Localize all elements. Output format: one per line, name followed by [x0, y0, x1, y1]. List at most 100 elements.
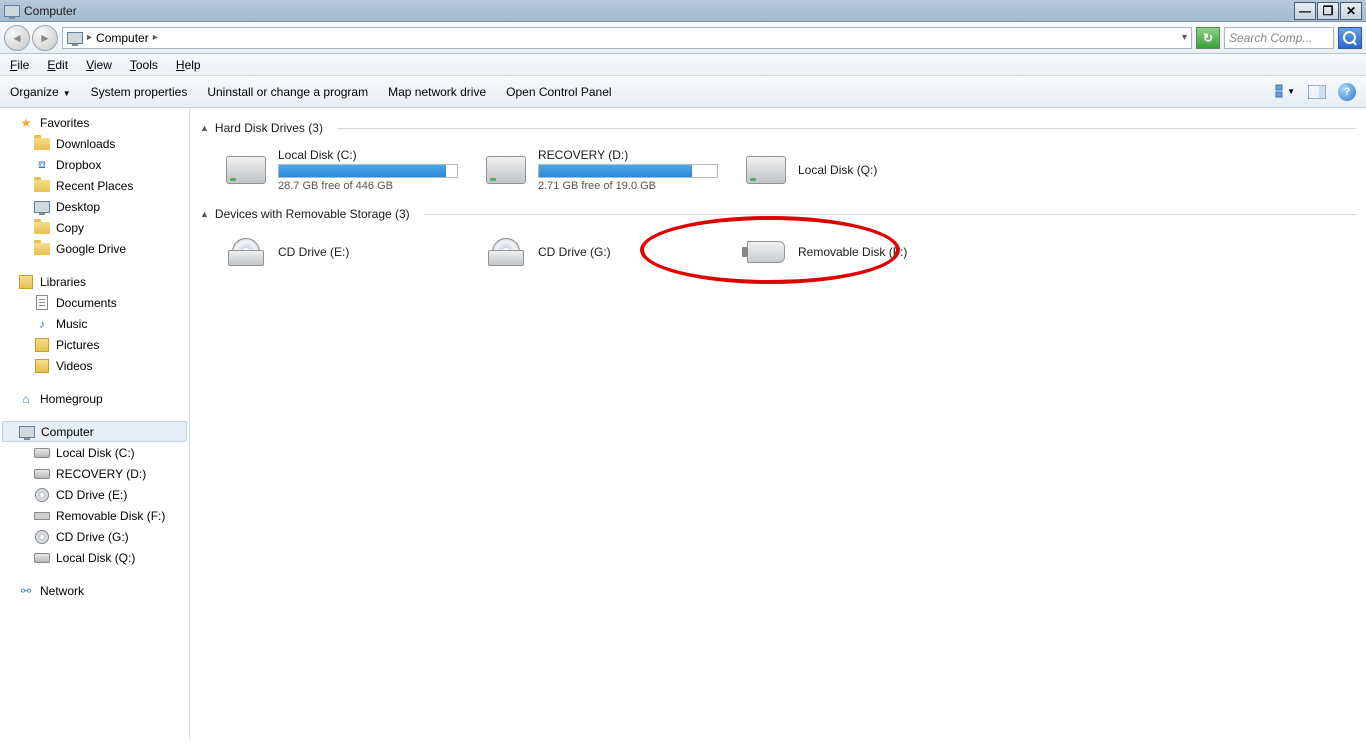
computer-icon	[19, 424, 35, 440]
map-network-drive-button[interactable]: Map network drive	[388, 85, 486, 99]
sidebar-item-music[interactable]: ♪Music	[0, 313, 189, 334]
drive-local-disk-q[interactable]: Local Disk (Q:)	[740, 144, 990, 196]
sidebar-item-cd-drive-e[interactable]: CD Drive (E:)	[0, 484, 189, 505]
cd-drive-icon	[224, 234, 268, 270]
drive-name: RECOVERY (D:)	[538, 148, 718, 162]
back-button[interactable]: ◄	[4, 25, 30, 51]
menu-file[interactable]: File	[10, 58, 29, 72]
uninstall-program-button[interactable]: Uninstall or change a program	[207, 85, 368, 99]
drive-cd-g[interactable]: CD Drive (G:)	[480, 230, 730, 274]
command-bar: Organize▼ System properties Uninstall or…	[0, 76, 1366, 108]
folder-icon	[34, 178, 50, 194]
minimize-button[interactable]: —	[1294, 2, 1316, 20]
navigation-pane: ★Favorites Downloads ⧈Dropbox Recent Pla…	[0, 108, 190, 740]
folder-icon	[34, 241, 50, 257]
sidebar-item-copy[interactable]: Copy	[0, 217, 189, 238]
preview-pane-icon	[1308, 85, 1326, 99]
search-input[interactable]: Search Comp...	[1224, 27, 1334, 49]
libraries-label: Libraries	[40, 275, 86, 289]
forward-button[interactable]: ►	[32, 25, 58, 51]
hdd-icon	[224, 152, 268, 188]
search-button[interactable]	[1338, 27, 1362, 49]
refresh-button[interactable]: ↻	[1196, 27, 1220, 49]
menu-help[interactable]: Help	[176, 58, 201, 72]
cd-icon	[34, 529, 50, 545]
menu-bar: File Edit View Tools Help	[0, 54, 1366, 76]
window-titlebar: Computer — ❐ ✕	[0, 0, 1366, 22]
pictures-icon	[34, 337, 50, 353]
window-title: Computer	[24, 4, 77, 18]
drive-name: Local Disk (C:)	[278, 148, 458, 162]
videos-icon	[34, 358, 50, 374]
chevron-down-icon: ▼	[1287, 87, 1295, 96]
sidebar-item-dropbox[interactable]: ⧈Dropbox	[0, 154, 189, 175]
drive-name: Removable Disk (F:)	[798, 245, 907, 259]
chevron-right-icon[interactable]: ▸	[153, 32, 158, 43]
star-icon: ★	[18, 115, 34, 131]
open-control-panel-button[interactable]: Open Control Panel	[506, 85, 611, 99]
hdd-icon	[34, 550, 50, 566]
sidebar-item-cd-drive-g[interactable]: CD Drive (G:)	[0, 526, 189, 547]
sidebar-item-videos[interactable]: Videos	[0, 355, 189, 376]
menu-tools[interactable]: Tools	[130, 58, 158, 72]
sidebar-item-pictures[interactable]: Pictures	[0, 334, 189, 355]
change-view-button[interactable]: ▼	[1274, 81, 1296, 103]
cd-drive-icon	[484, 234, 528, 270]
system-properties-button[interactable]: System properties	[91, 85, 188, 99]
organize-button[interactable]: Organize▼	[10, 85, 71, 99]
help-button[interactable]: ?	[1338, 83, 1356, 101]
homegroup-group[interactable]: ⌂Homegroup	[0, 388, 189, 409]
libraries-group[interactable]: Libraries	[0, 271, 189, 292]
section-hard-disk-drives[interactable]: ▲ Hard Disk Drives (3)	[200, 118, 1356, 138]
maximize-button[interactable]: ❐	[1317, 2, 1339, 20]
drive-recovery-d[interactable]: RECOVERY (D:) 2.71 GB free of 19.0 GB	[480, 144, 730, 196]
usage-bar	[278, 164, 458, 178]
menu-edit[interactable]: Edit	[47, 58, 68, 72]
sidebar-item-local-disk-q[interactable]: Local Disk (Q:)	[0, 547, 189, 568]
computer-label: Computer	[41, 425, 94, 439]
network-group[interactable]: ⚯ Network	[0, 580, 189, 601]
drive-local-disk-c[interactable]: Local Disk (C:) 28.7 GB free of 446 GB	[220, 144, 470, 196]
favorites-group[interactable]: ★Favorites	[0, 112, 189, 133]
address-location: Computer	[96, 31, 149, 45]
sidebar-item-removable-disk-f[interactable]: Removable Disk (F:)	[0, 505, 189, 526]
sidebar-item-documents[interactable]: Documents	[0, 292, 189, 313]
search-placeholder: Search Comp...	[1229, 31, 1312, 45]
cd-icon	[34, 487, 50, 503]
address-dropdown-icon[interactable]: ▾	[1182, 32, 1187, 43]
section-hdd-label: Hard Disk Drives (3)	[215, 121, 323, 135]
navigation-bar: ◄ ► ▸ Computer ▸ ▾ ↻ Search Comp...	[0, 22, 1366, 54]
section-removable-label: Devices with Removable Storage (3)	[215, 207, 410, 221]
hdd-icon	[34, 445, 50, 461]
address-bar[interactable]: ▸ Computer ▸ ▾	[62, 27, 1192, 49]
drive-removable-f[interactable]: Removable Disk (F:)	[740, 230, 990, 274]
network-label: Network	[40, 584, 84, 598]
desktop-icon	[34, 199, 50, 215]
menu-view[interactable]: View	[86, 58, 112, 72]
removable-disk-icon	[744, 234, 788, 270]
collapse-caret-icon: ▲	[200, 123, 209, 133]
chevron-down-icon: ▼	[63, 89, 71, 98]
search-icon	[1343, 31, 1357, 45]
sidebar-item-recovery-d[interactable]: RECOVERY (D:)	[0, 463, 189, 484]
drive-cd-e[interactable]: CD Drive (E:)	[220, 230, 470, 274]
preview-pane-button[interactable]	[1306, 81, 1328, 103]
sidebar-item-desktop[interactable]: Desktop	[0, 196, 189, 217]
drive-name: Local Disk (Q:)	[798, 163, 877, 177]
close-button[interactable]: ✕	[1340, 2, 1362, 20]
sidebar-item-google-drive[interactable]: Google Drive	[0, 238, 189, 259]
drive-name: CD Drive (E:)	[278, 245, 349, 259]
divider	[337, 128, 1356, 129]
folder-icon	[34, 220, 50, 236]
sidebar-item-local-disk-c[interactable]: Local Disk (C:)	[0, 442, 189, 463]
drive-free-space: 2.71 GB free of 19.0 GB	[538, 180, 718, 192]
computer-group[interactable]: Computer	[2, 421, 187, 442]
sidebar-item-recent-places[interactable]: Recent Places	[0, 175, 189, 196]
network-icon: ⚯	[18, 583, 34, 599]
usage-bar	[538, 164, 718, 178]
section-removable-storage[interactable]: ▲ Devices with Removable Storage (3)	[200, 204, 1356, 224]
folder-icon	[34, 136, 50, 152]
content-pane: ▲ Hard Disk Drives (3) Local Disk (C:) 2…	[190, 108, 1366, 740]
sidebar-item-downloads[interactable]: Downloads	[0, 133, 189, 154]
hdd-icon	[744, 152, 788, 188]
